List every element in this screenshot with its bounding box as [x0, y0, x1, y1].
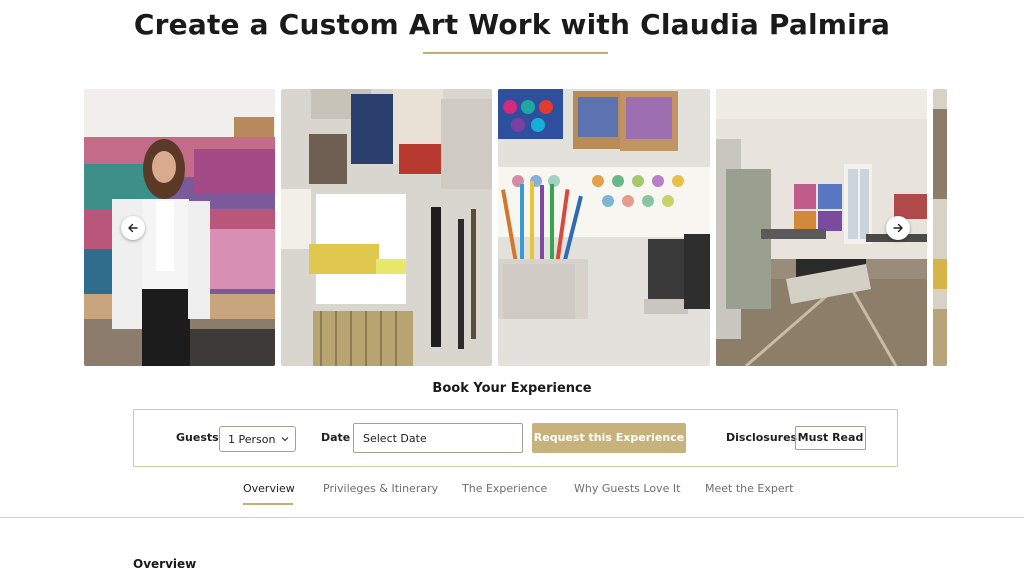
gallery-photo-artist[interactable]	[84, 89, 275, 366]
tab-why-guests-love-it[interactable]: Why Guests Love It	[574, 482, 680, 495]
date-label: Date	[321, 431, 351, 444]
tabs-divider	[0, 517, 1024, 518]
active-tab-indicator	[243, 503, 293, 505]
date-field[interactable]: Select Date	[353, 423, 523, 453]
gallery-prev-button[interactable]	[121, 216, 145, 240]
request-experience-button[interactable]: Request this Experience	[532, 423, 686, 453]
guests-select[interactable]: 1 Person	[219, 426, 296, 452]
gallery-photo-paints[interactable]	[498, 89, 710, 366]
booking-heading: Book Your Experience	[432, 381, 592, 396]
tab-privileges-itinerary[interactable]: Privileges & Itinerary	[323, 482, 438, 495]
arrow-left-icon	[128, 223, 138, 233]
section-heading: Overview	[133, 557, 197, 571]
guests-select-value: 1 Person	[228, 433, 276, 446]
must-read-button[interactable]: Must Read	[795, 426, 866, 450]
guests-label: Guests	[176, 431, 219, 444]
gallery-photo-next[interactable]	[933, 89, 947, 366]
page-title: Create a Custom Art Work with Claudia Pa…	[133, 8, 891, 41]
chevron-down-icon	[281, 437, 289, 442]
tab-meet-the-expert[interactable]: Meet the Expert	[705, 482, 793, 495]
gallery-photo-materials[interactable]	[281, 89, 492, 366]
booking-bar: Guests 1 Person Date Select Date Request…	[133, 409, 898, 467]
photo-gallery[interactable]	[84, 89, 947, 366]
arrow-right-icon	[893, 223, 903, 233]
tab-overview[interactable]: Overview	[243, 482, 295, 495]
tab-the-experience[interactable]: The Experience	[462, 482, 547, 495]
disclosures-label: Disclosures	[726, 431, 798, 444]
title-underline	[423, 52, 608, 54]
gallery-next-button[interactable]	[886, 216, 910, 240]
